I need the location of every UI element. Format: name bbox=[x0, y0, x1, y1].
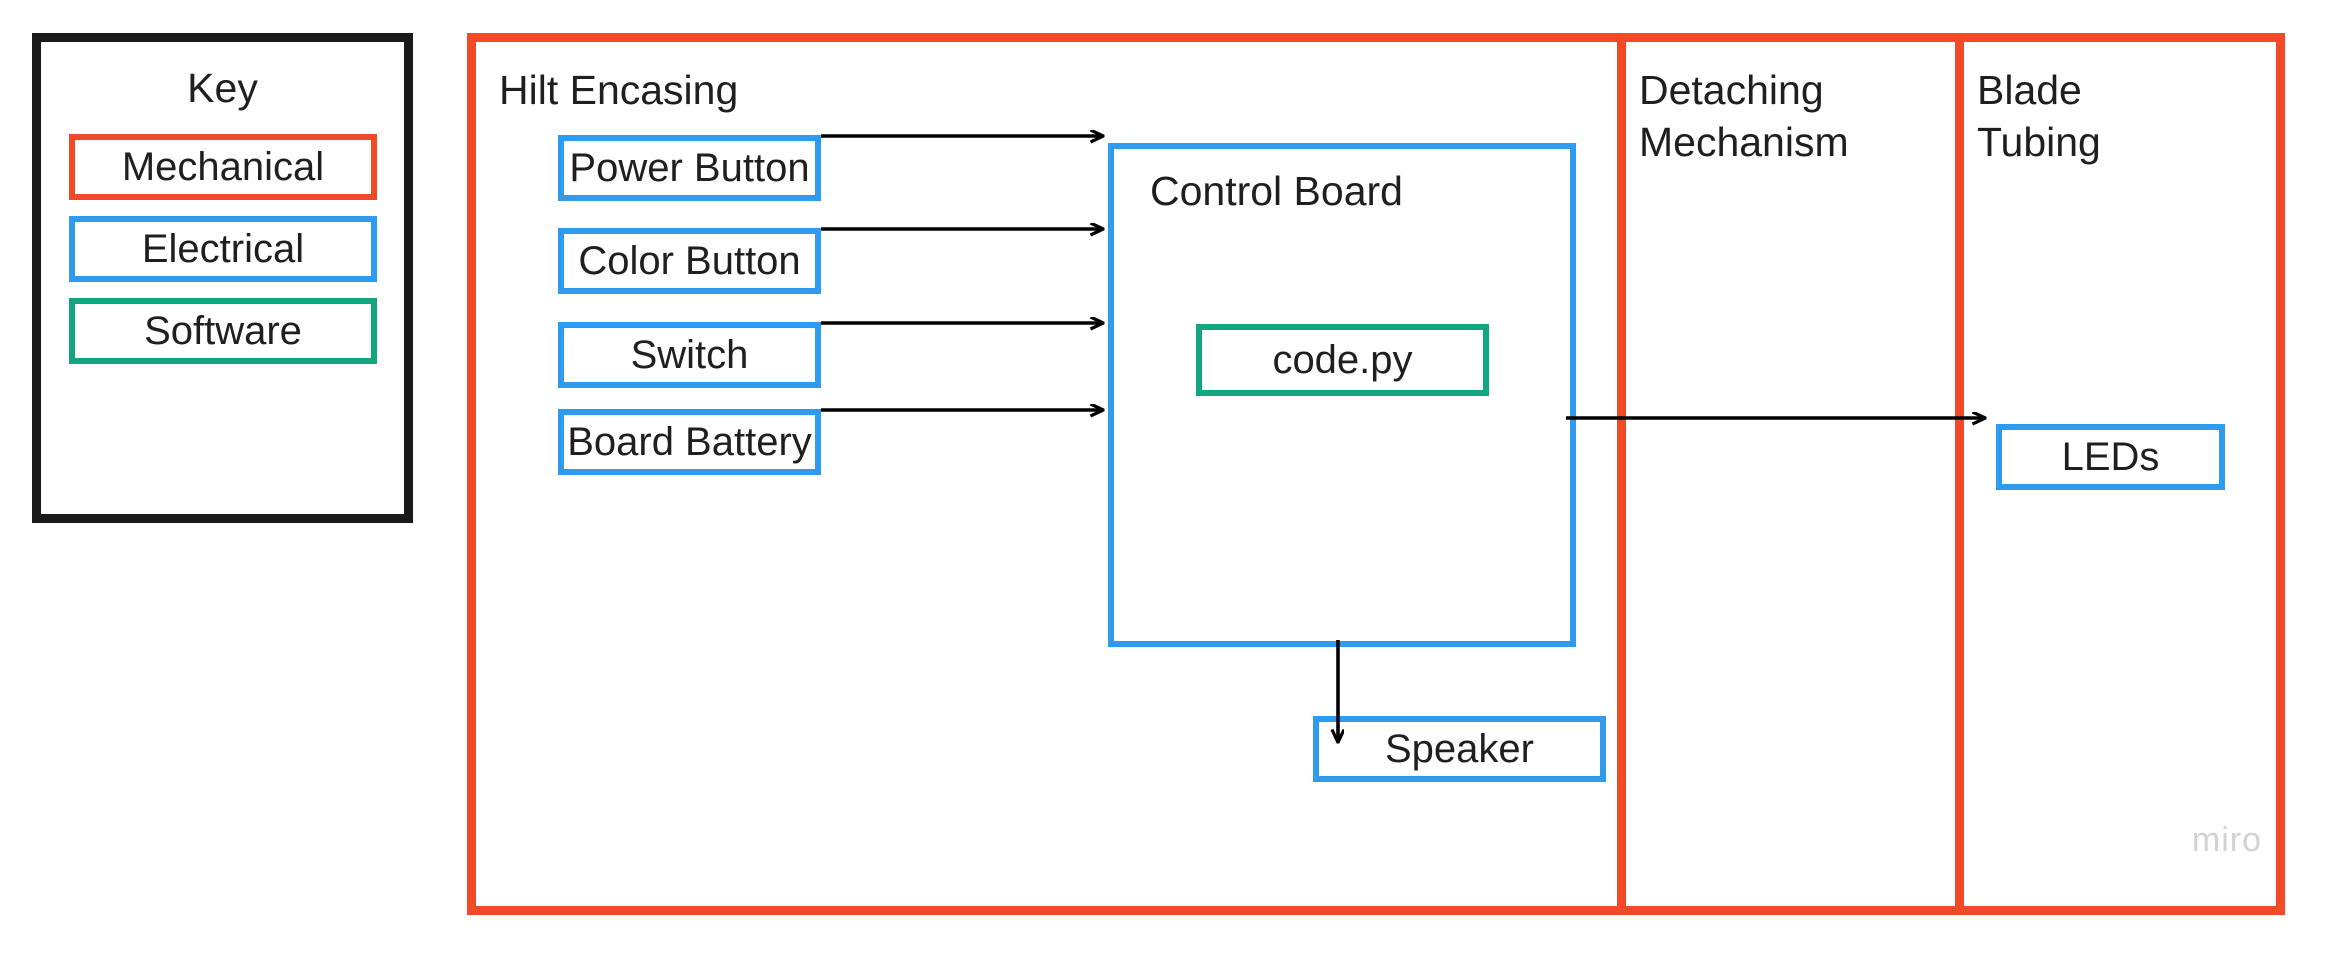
key-item-software-label: Software bbox=[144, 309, 302, 353]
component-code-py-label: code.py bbox=[1272, 338, 1413, 382]
miro-watermark: miro bbox=[2191, 821, 2262, 859]
component-control-board-label: Control Board bbox=[1150, 168, 1403, 214]
component-leds: LEDs bbox=[1996, 424, 2225, 490]
section-title-detaching-mechanism: Detaching Mechanism bbox=[1639, 67, 1849, 165]
component-board-battery-label: Board Battery bbox=[567, 420, 812, 464]
key-item-electrical: Electrical bbox=[69, 216, 377, 282]
component-color-button-label: Color Button bbox=[578, 239, 801, 283]
key-item-mechanical: Mechanical bbox=[69, 134, 377, 200]
component-color-button: Color Button bbox=[558, 228, 821, 294]
component-board-battery: Board Battery bbox=[558, 409, 821, 475]
key-item-software: Software bbox=[69, 298, 377, 364]
section-divider-1 bbox=[1617, 33, 1626, 915]
component-control-board: Control Board code.py bbox=[1108, 143, 1576, 647]
component-switch: Switch bbox=[558, 322, 821, 388]
key-title: Key bbox=[187, 65, 258, 111]
section-divider-2 bbox=[1955, 33, 1964, 915]
key-item-mechanical-label: Mechanical bbox=[121, 145, 325, 189]
component-leds-label: LEDs bbox=[2061, 435, 2160, 479]
system-container: Hilt Encasing Detaching Mechanism Blade … bbox=[467, 33, 2285, 915]
section-title-hilt-encasing: Hilt Encasing bbox=[499, 67, 739, 113]
key-legend-panel: Key Mechanical Electrical Software bbox=[32, 33, 413, 523]
component-switch-label: Switch bbox=[630, 333, 749, 377]
component-code-py: code.py bbox=[1196, 324, 1489, 396]
component-speaker: Speaker bbox=[1313, 716, 1606, 782]
component-power-button-label: Power Button bbox=[569, 146, 810, 190]
component-power-button: Power Button bbox=[558, 135, 821, 201]
key-item-electrical-label: Electrical bbox=[141, 227, 305, 271]
component-speaker-label: Speaker bbox=[1385, 727, 1534, 771]
section-title-blade-tubing: Blade Tubing bbox=[1977, 67, 2101, 165]
diagram-canvas: Key Mechanical Electrical Software Hilt … bbox=[0, 0, 2330, 965]
